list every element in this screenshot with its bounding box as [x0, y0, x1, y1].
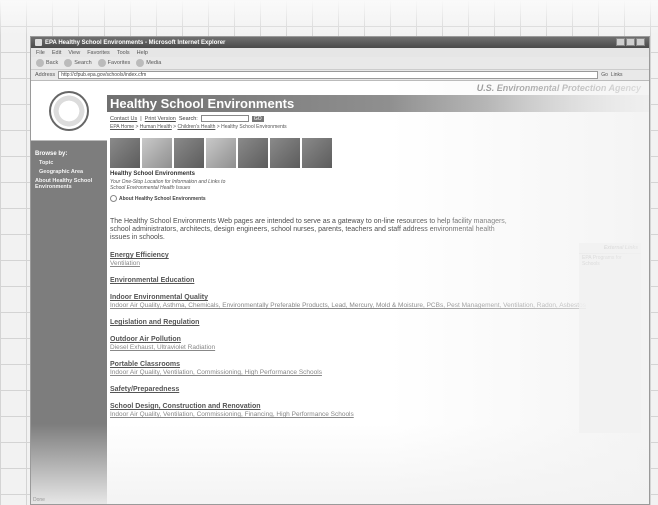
star-icon	[97, 59, 106, 67]
back-icon	[36, 59, 44, 67]
search-button[interactable]: Search	[64, 59, 92, 67]
page-title: Healthy School Environments	[107, 95, 649, 112]
tagline: Your One-Stop Location for Information a…	[110, 179, 226, 191]
window-controls	[616, 38, 645, 46]
photo-child	[174, 138, 204, 168]
photo-hand-2	[206, 138, 236, 168]
sidebar-title: External Links	[603, 245, 638, 251]
menu-file[interactable]: File	[36, 50, 45, 56]
menu-view[interactable]: View	[68, 50, 80, 56]
photo-hand	[142, 138, 172, 168]
menu-tools[interactable]: Tools	[117, 50, 130, 56]
topic-heading[interactable]: School Design, Construction and Renovati…	[110, 403, 649, 410]
title-bar: EPA Healthy School Environments - Micros…	[31, 37, 649, 48]
back-label: Back	[46, 60, 59, 66]
search-input[interactable]	[200, 115, 249, 122]
close-button[interactable]	[636, 38, 645, 46]
topic-ieq: Indoor Environmental Quality Indoor Air …	[107, 284, 649, 309]
external-links-sidebar: External Links EPA Programs for Schools	[579, 243, 641, 433]
topic-links[interactable]: Diesel Exhaust, Ultraviolet Radiation	[110, 343, 649, 351]
topic-energy: Energy Efficiency Ventilation	[107, 242, 649, 267]
nav-item-about[interactable]: About Healthy School Environments	[31, 175, 107, 190]
browser-toolbar: Back Search Favorites Media	[31, 57, 649, 70]
main-content: U.S. Environmental Protection Agency Hea…	[107, 81, 649, 504]
topic-heading[interactable]: Energy Efficiency	[110, 252, 649, 259]
page-content: Browse by: Topic Geographic Area About H…	[31, 81, 649, 504]
about-link[interactable]: About Healthy School Environments	[107, 191, 649, 202]
topic-heading[interactable]: Portable Classrooms	[110, 361, 649, 368]
photo-strip	[107, 130, 649, 168]
contact-link[interactable]: Contact Us	[110, 116, 137, 122]
menu-bar: File Edit View Favorites Tools Help	[31, 48, 649, 57]
menu-help[interactable]: Help	[137, 50, 148, 56]
photo-children	[110, 138, 140, 168]
media-label: Media	[146, 60, 162, 66]
favorites-label: Favorites	[107, 60, 131, 66]
search-icon	[64, 59, 73, 67]
links-button[interactable]: Links	[611, 72, 623, 78]
photo-student	[238, 138, 268, 168]
breadcrumb: EPA Home > Human Health > Children's Hea…	[110, 124, 287, 130]
section-title: Healthy School Environments	[110, 171, 196, 177]
topic-safety: Safety/Preparedness	[107, 376, 649, 393]
topic-legislation: Legislation and Regulation	[107, 309, 649, 326]
topic-heading[interactable]: Indoor Environmental Quality	[110, 294, 649, 301]
background-fade	[0, 0, 658, 36]
maximize-button[interactable]	[626, 38, 635, 46]
topic-school-design: School Design, Construction and Renovati…	[107, 393, 649, 418]
back-button[interactable]: Back	[36, 59, 58, 67]
topic-heading[interactable]: Outdoor Air Pollution	[110, 336, 649, 343]
browse-by-label: Browse by:	[35, 151, 68, 157]
address-input[interactable]: http://cfpub.epa.gov/schools/index.cfm	[58, 71, 599, 79]
nav-item-topic[interactable]: Topic	[31, 157, 107, 166]
topic-outdoor-air: Outdoor Air Pollution Diesel Exhaust, Ul…	[107, 326, 649, 351]
breadcrumb-epa-home[interactable]: EPA Home	[110, 124, 134, 130]
menu-edit[interactable]: Edit	[52, 50, 61, 56]
status-bar: Done	[33, 497, 45, 503]
minimize-button[interactable]	[616, 38, 625, 46]
about-link-label: About Healthy School Environments	[119, 195, 206, 202]
address-go-button[interactable]: Go	[601, 72, 608, 78]
topic-heading[interactable]: Safety/Preparedness	[110, 386, 649, 393]
topic-heading[interactable]: Environmental Education	[110, 277, 649, 284]
photo-child-2	[302, 138, 332, 168]
arrow-icon	[110, 195, 117, 202]
media-icon	[136, 59, 145, 67]
topic-links[interactable]: Ventilation	[110, 259, 649, 267]
search-label: Search	[74, 60, 92, 66]
media-button[interactable]: Media	[136, 59, 161, 67]
nav-item-geographic-area[interactable]: Geographic Area	[31, 166, 107, 175]
intro-text: The Healthy School Environments Web page…	[110, 218, 507, 241]
utility-row: Contact Us | Print Version Search: GO	[107, 112, 649, 122]
breadcrumb-current: Healthy School Environments	[221, 124, 287, 130]
search-label: Search:	[178, 115, 198, 122]
topic-portable: Portable Classrooms Indoor Air Quality, …	[107, 351, 649, 376]
topic-links[interactable]: Indoor Air Quality, Ventilation, Commiss…	[110, 410, 649, 418]
favorites-button[interactable]: Favorites	[97, 59, 131, 67]
photo-hands	[270, 138, 300, 168]
sidebar-item[interactable]: EPA Programs for Schools	[579, 253, 641, 268]
breadcrumb-childrens-health[interactable]: Children's Health	[177, 124, 215, 130]
topic-links[interactable]: Indoor Air Quality, Ventilation, Commiss…	[110, 368, 649, 376]
epa-logo[interactable]	[31, 81, 107, 141]
epa-seal-icon	[49, 90, 89, 131]
window-title: EPA Healthy School Environments - Micros…	[45, 39, 226, 46]
topic-links[interactable]: Indoor Air Quality, Asthma, Chemicals, E…	[110, 301, 649, 309]
left-navigation: Browse by: Topic Geographic Area About H…	[31, 81, 107, 504]
agency-name: U.S. Environmental Protection Agency	[476, 83, 641, 93]
topic-education: Environmental Education	[107, 267, 649, 284]
search-go-button[interactable]: GO	[251, 115, 264, 122]
browser-icon	[35, 39, 42, 46]
topic-heading[interactable]: Legislation and Regulation	[110, 319, 649, 326]
browser-window: EPA Healthy School Environments - Micros…	[30, 36, 650, 505]
separator: |	[140, 115, 142, 122]
address-label: Address	[35, 72, 56, 78]
address-bar: Address http://cfpub.epa.gov/schools/ind…	[31, 70, 649, 81]
menu-favorites[interactable]: Favorites	[87, 50, 110, 56]
print-version-link[interactable]: Print Version	[145, 116, 176, 122]
breadcrumb-human-health[interactable]: Human Health	[140, 124, 172, 130]
